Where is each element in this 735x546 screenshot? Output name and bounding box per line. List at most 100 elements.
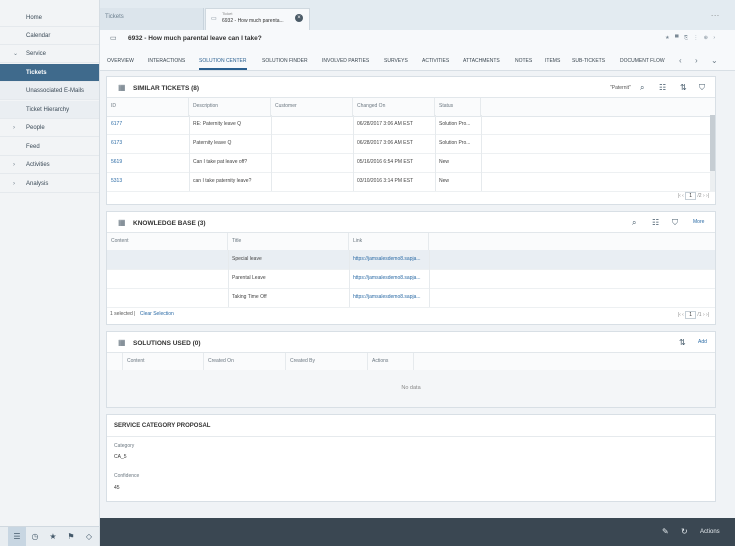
sidebar-item-calendar[interactable]: Calendar [0,27,99,45]
more-link[interactable]: More [693,219,704,225]
similar-tickets-card: ▦ SIMILAR TICKETS (8) "Paternit" ⌕ ☷ ⇅ ⛉… [106,76,716,205]
column-header[interactable]: Link [349,233,429,251]
chevron-down-icon: ⌄ [13,51,19,57]
sidebar-item-tickets[interactable]: Tickets [0,64,99,82]
sidebar-item-analysis[interactable]: › Analysis [0,175,99,193]
column-header[interactable]: Title [228,233,349,251]
tab-overview[interactable]: OVERVIEW [107,55,134,70]
sidebar-item-service[interactable]: ⌄ Service [0,45,99,63]
sidebar-item-label: Ticket Hierarchy [26,107,70,113]
page-input[interactable]: 1 [685,192,697,200]
kb-link[interactable]: https://jamsalesdemo8.sapja... [349,250,429,269]
filter-icon[interactable]: ⛉ [699,83,705,93]
ticket-id-link[interactable]: 5313 [107,172,189,191]
table-row[interactable]: 6177 RE: Paternity leave Q 06/28/2017 3:… [107,115,715,135]
prev-page-icon[interactable]: ‹ [682,193,684,199]
first-page-icon[interactable]: |‹ [678,193,681,199]
sidebar-item-label: People [26,125,45,131]
tab-surveys[interactable]: SURVEYS [384,55,408,70]
tab-ticket-6932[interactable]: ▭ Ticket 6932 - How much parenta... × [205,8,310,30]
column-header[interactable]: Description [189,98,271,116]
star-icon[interactable]: ★ [44,527,62,546]
scrollbar-thumb[interactable] [710,115,715,171]
next-page-icon[interactable]: › [703,312,705,318]
category-value: CA_5 [114,454,127,460]
knowledge-base-card: ▦ KNOWLEDGE BASE (3) ⌕ ☷ ⛉ More Content … [106,211,716,325]
next-page-icon[interactable]: › [703,193,705,199]
tab-notes[interactable]: NOTES [515,55,532,70]
tab-sub-tickets[interactable]: SUB-TICKETS [572,55,605,70]
scrollbar[interactable] [710,115,715,191]
flag-icon[interactable]: ⚑ [62,527,80,546]
column-header[interactable]: Changed On [353,98,435,116]
table-row[interactable]: 6173 Paternity leave Q 06/28/2017 3:06 A… [107,134,715,154]
chevron-left-icon[interactable]: ‹ [679,55,682,66]
column-divider [481,115,482,191]
settings-list-icon[interactable]: ☷ [652,218,659,227]
sort-icon[interactable]: ⇅ [679,338,686,347]
table-row[interactable]: Parental Leave https://jamsalesdemo8.sap… [107,269,715,289]
column-header[interactable]: Content [107,233,228,251]
list-icon[interactable]: ☰ [8,527,26,546]
cell-title: Special leave [232,256,262,262]
sort-icon[interactable]: ⇅ [680,83,687,92]
column-header[interactable]: Customer [271,98,353,116]
pager[interactable]: |‹ ‹ 1 /1 › ›| [678,311,709,319]
add-button[interactable]: Add [698,339,707,345]
tab-items[interactable]: ITEMS [545,55,560,70]
last-page-icon[interactable]: ›| [706,193,709,199]
table-row[interactable]: 5313 can I take paternity leave? 03/10/2… [107,172,715,192]
column-header[interactable]: Created On [204,353,286,371]
sidebar-item-ticket-hierarchy[interactable]: Ticket Hierarchy [0,101,99,119]
tab-solution-center[interactable]: SOLUTION CENTER [199,55,247,70]
pager[interactable]: |‹ ‹ 1 /2 › ›| [678,192,709,200]
tab-solution-finder[interactable]: SOLUTION FINDER [262,55,308,70]
first-page-icon[interactable]: |‹ [678,312,681,318]
cell-status: Solution Pro... [439,140,471,146]
settings-list-icon[interactable]: ☷ [659,83,666,92]
column-header[interactable]: Actions [368,353,414,371]
refresh-icon[interactable]: ↻ [681,518,688,546]
table-row[interactable]: 5619 Can I take pat leave off? 05/16/201… [107,153,715,173]
more-icon[interactable]: ... [711,11,720,18]
ticket-id-link[interactable]: 6177 [107,115,189,134]
tab-document-flow[interactable]: DOCUMENT FLOW [620,55,665,70]
sidebar-item-home[interactable]: Home [0,9,99,27]
header-actions[interactable]: ★ ▀ ⎘ ⋮ ⊕ › [665,35,717,41]
table-row-selected[interactable]: Special leave https://jamsalesdemo8.sapj… [107,250,715,270]
sidebar-item-activities[interactable]: › Activities [0,156,99,174]
object-header: ▭ 6932 - How much parental leave can I t… [100,30,735,71]
clear-selection-link[interactable]: Clear Selection [140,311,174,317]
column-header[interactable]: ID [107,98,189,116]
filter-icon[interactable]: ⛉ [672,218,678,228]
search-icon[interactable]: ⌕ [640,83,644,93]
last-page-icon[interactable]: ›| [706,312,709,318]
tab-interactions[interactable]: INTERACTIONS [148,55,185,70]
sidebar-item-feed[interactable]: Feed [0,138,99,156]
sidebar-item-people[interactable]: › People [0,119,99,137]
column-header[interactable]: Content [122,353,204,371]
clock-icon[interactable]: ◷ [26,527,44,546]
tab-involved-parties[interactable]: INVOLVED PARTIES [322,55,369,70]
search-icon[interactable]: ⌕ [632,218,636,228]
actions-button[interactable]: Actions [700,518,720,546]
kb-link[interactable]: https://jamsalesdemo8.sapja... [349,288,429,307]
sidebar-item-label: Tickets [26,70,47,76]
prev-page-icon[interactable]: ‹ [682,312,684,318]
chevron-down-icon[interactable]: ⌄ [711,55,718,66]
edit-icon[interactable]: ✎ [662,518,669,546]
tab-activities[interactable]: ACTIVITIES [422,55,449,70]
kb-link[interactable]: https://jamsalesdemo8.sapja... [349,269,429,288]
close-icon[interactable]: × [295,14,303,22]
tab-tickets[interactable]: Tickets [100,8,204,30]
column-header[interactable]: Created By [286,353,368,371]
column-header[interactable]: Status [435,98,481,116]
ticket-id-link[interactable]: 5619 [107,153,189,172]
tag-icon[interactable]: ◇ [80,527,98,546]
tab-attachments[interactable]: ATTACHMENTS [463,55,500,70]
ticket-id-link[interactable]: 6173 [107,134,189,153]
page-input[interactable]: 1 [685,311,697,319]
sidebar-item-unassociated-emails[interactable]: Unassociated E-Mails [0,82,99,100]
chevron-right-icon[interactable]: › [695,55,698,66]
table-row[interactable]: Taking Time Off https://jamsalesdemo8.sa… [107,288,715,308]
